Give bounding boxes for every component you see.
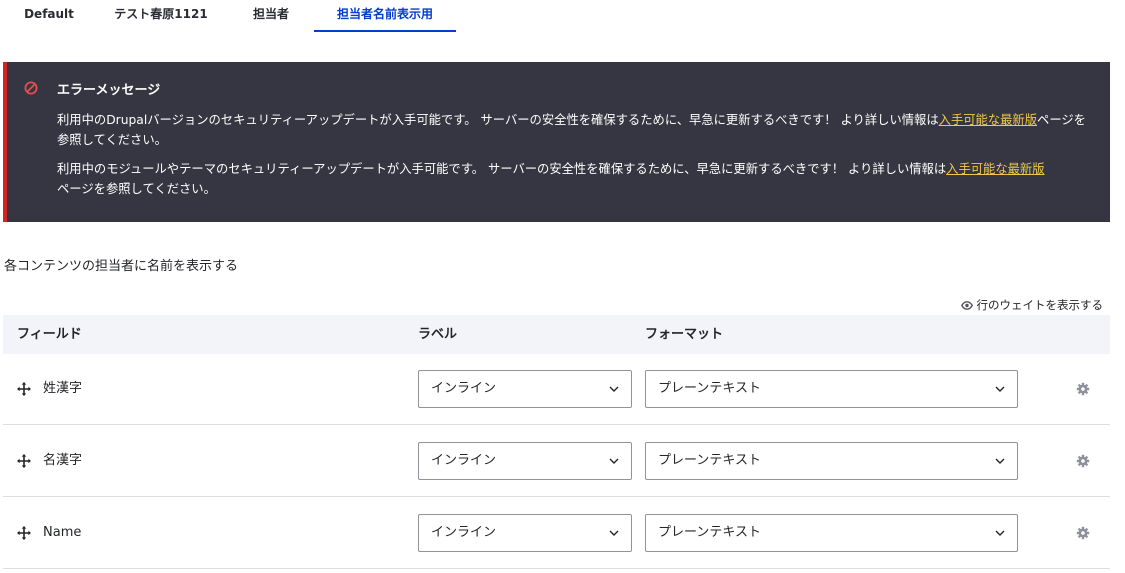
alert-message-text: 利用中のDrupalバージョンのセキュリティーアップデートが入手可能です。 サー… (57, 113, 939, 127)
format-select-value: プレーンテキスト (658, 381, 761, 396)
format-select[interactable]: プレーンテキスト (645, 514, 1018, 552)
label-select[interactable]: インライン (418, 370, 632, 408)
alert-message-text: ページを参照してください。 (57, 182, 216, 196)
column-header-field: フィールド (17, 327, 82, 342)
format-select-value: プレーンテキスト (658, 453, 761, 468)
gear-icon[interactable] (1076, 382, 1090, 396)
chevron-down-icon (609, 530, 619, 536)
show-row-weights-label: 行のウェイトを表示する (976, 298, 1104, 312)
tab-tantousha-name-display[interactable]: 担当者名前表示用 (314, 0, 456, 32)
label-select[interactable]: インライン (418, 442, 632, 480)
column-header-label: ラベル (418, 327, 458, 342)
alert-message-1: 利用中のDrupalバージョンのセキュリティーアップデートが入手可能です。 サー… (57, 110, 1097, 150)
label-select-value: インライン (431, 381, 497, 396)
format-select[interactable]: プレーンテキスト (645, 370, 1018, 408)
chevron-down-icon (995, 458, 1005, 464)
table-row: Name インライン プレーンテキスト (3, 497, 1110, 569)
column-header-format: フォーマット (645, 327, 724, 342)
chevron-down-icon (995, 386, 1005, 392)
chevron-down-icon (609, 386, 619, 392)
drag-handle-icon[interactable] (16, 381, 32, 397)
gear-icon[interactable] (1076, 454, 1090, 468)
error-message-box: エラーメッセージ 利用中のDrupalバージョンのセキュリティーアップデートが入… (3, 62, 1110, 222)
tab-test-sunohara[interactable]: テスト春原1121 (108, 0, 214, 30)
tab-tantousha[interactable]: 担当者 (242, 0, 300, 30)
label-select[interactable]: インライン (418, 514, 632, 552)
drag-handle-icon[interactable] (16, 525, 32, 541)
gear-icon[interactable] (1076, 526, 1090, 540)
eye-icon (960, 300, 973, 310)
table-header: フィールド ラベル フォーマット (3, 315, 1110, 354)
chevron-down-icon (995, 530, 1005, 536)
table-row: 名漢字 インライン プレーンテキスト (3, 425, 1110, 497)
label-select-value: インライン (431, 525, 497, 540)
field-name: 姓漢字 (43, 381, 83, 396)
chevron-down-icon (609, 458, 619, 464)
drag-handle-icon[interactable] (16, 453, 32, 469)
alert-title: エラーメッセージ (57, 83, 161, 98)
field-name: Name (43, 525, 82, 540)
format-select-value: プレーンテキスト (658, 525, 761, 540)
latest-version-link[interactable]: 入手可能な最新版 (946, 162, 1044, 176)
latest-version-link[interactable]: 入手可能な最新版 (939, 113, 1037, 127)
label-select-value: インライン (431, 453, 497, 468)
alert-message-2: 利用中のモジュールやテーマのセキュリティーアップデートが入手可能です。 サーバー… (57, 159, 1097, 199)
display-description: 各コンテンツの担当者に名前を表示する (4, 259, 239, 274)
alert-message-text: 利用中のモジュールやテーマのセキュリティーアップデートが入手可能です。 サーバー… (57, 162, 947, 176)
field-name: 名漢字 (43, 453, 83, 468)
table-row: 姓漢字 インライン プレーンテキスト (3, 353, 1110, 425)
format-select[interactable]: プレーンテキスト (645, 442, 1018, 480)
error-icon (24, 81, 38, 95)
tab-default[interactable]: Default (18, 0, 80, 30)
show-row-weights-button[interactable]: 行のウェイトを表示する (960, 297, 1104, 313)
tab-bar: Default テスト春原1121 担当者 担当者名前表示用 (0, 0, 1125, 32)
